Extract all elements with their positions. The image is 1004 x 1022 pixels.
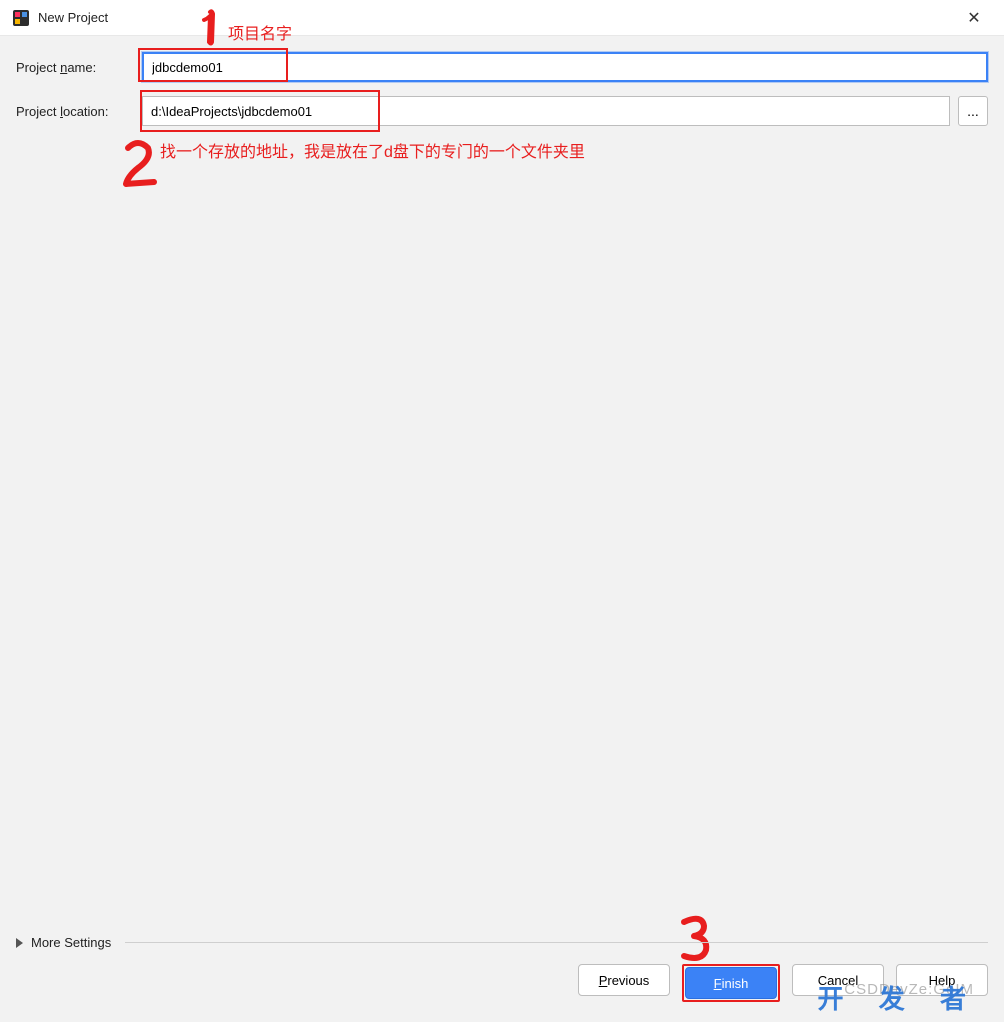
project-name-input[interactable] [142,52,988,82]
project-location-input[interactable] [142,96,950,126]
button-bar: Previous Finish Cancel Help [578,964,988,1002]
annotation-number-1 [198,8,224,51]
window-title: New Project [38,10,108,25]
more-settings-label[interactable]: More Settings [31,935,111,950]
more-settings-row: More Settings [16,935,988,950]
more-settings-divider [125,942,988,943]
annotation-label-2: 找一个存放的地址，我是放在了d盘下的专门的一个文件夹里 [160,138,585,162]
project-location-label: Project location: [16,104,134,119]
annotation-box-finish: Finish [682,964,780,1002]
expand-triangle-icon[interactable] [16,938,23,948]
annotation-label-1: 项目名字 [228,20,292,44]
close-icon[interactable]: ✕ [956,4,992,32]
app-icon [12,9,30,27]
help-button[interactable]: Help [896,964,988,996]
annotation-number-2 [118,136,162,195]
project-name-row: Project name: [16,52,988,82]
cancel-button[interactable]: Cancel [792,964,884,996]
titlebar: New Project ✕ [0,0,1004,36]
previous-button[interactable]: Previous [578,964,670,996]
project-name-label: Project name: [16,60,134,75]
project-location-row: Project location: ... [16,96,988,126]
finish-button[interactable]: Finish [685,967,777,999]
browse-button[interactable]: ... [958,96,988,126]
